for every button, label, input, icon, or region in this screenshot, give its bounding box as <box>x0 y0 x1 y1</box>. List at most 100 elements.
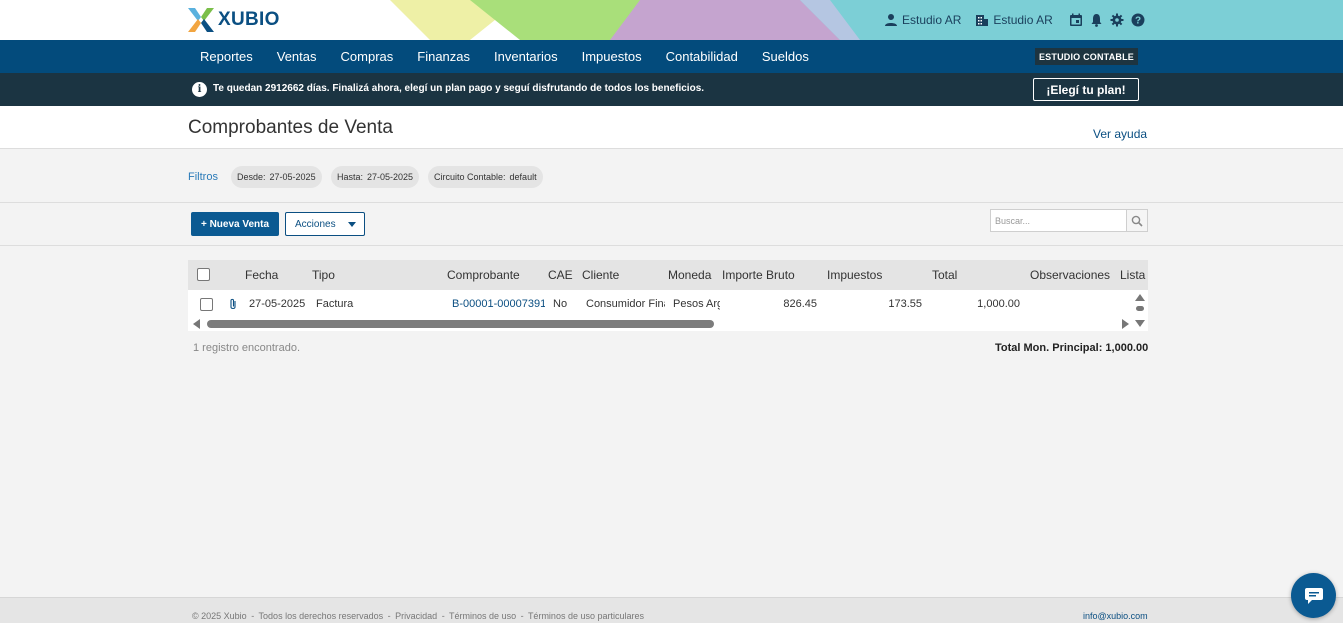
search-box <box>990 209 1148 232</box>
footer-link-terms[interactable]: Términos de uso <box>449 611 516 621</box>
footer-separator: - <box>387 611 391 621</box>
nav-item-sueldos[interactable]: Sueldos <box>762 49 809 64</box>
user-menu[interactable]: Estudio AR <box>884 13 961 27</box>
column-header-tipo[interactable]: Tipo <box>312 268 335 282</box>
list-toolbar: + Nueva Venta Acciones <box>0 204 1343 246</box>
filters-bar: Filtros Desde: 27-05-2025 Hasta: 27-05-2… <box>0 150 1343 203</box>
filter-chip-key: Desde: <box>237 172 266 182</box>
cell-impuestos: 173.55 <box>888 298 922 310</box>
actions-label: Acciones <box>295 218 336 230</box>
top-header: XUBIO Estudio AR Estudio AR ? <box>0 0 1343 40</box>
caret-down-icon <box>348 222 356 227</box>
copyright: © 2025 Xubio <box>192 611 247 621</box>
contact-email-link[interactable]: info@xubio.com <box>1083 611 1148 621</box>
company-label: Estudio AR <box>993 13 1053 27</box>
scroll-left-icon[interactable] <box>192 318 202 330</box>
records-count: 1 registro encontrado. <box>193 342 301 354</box>
column-header-impuestos[interactable]: Impuestos <box>827 268 882 282</box>
footer-link-privacy[interactable]: Privacidad <box>395 611 437 621</box>
cell-importe-bruto: 826.45 <box>783 298 817 310</box>
footer-links: © 2025 Xubio - Todos los derechos reserv… <box>192 611 644 621</box>
cell-tipo: Factura <box>316 298 354 310</box>
brand-name: XUBIO <box>218 9 280 30</box>
main-nav: Reportes Ventas Compras Finanzas Inventa… <box>0 40 1343 73</box>
attachment-icon[interactable] <box>228 298 238 314</box>
xubio-x-icon <box>188 8 214 32</box>
horizontal-scroll-thumb[interactable] <box>207 320 714 328</box>
company-menu[interactable]: Estudio AR <box>975 13 1053 27</box>
actions-dropdown[interactable]: Acciones <box>285 212 365 236</box>
vertical-scrollbar[interactable] <box>1134 293 1146 329</box>
settings-button[interactable] <box>1110 13 1124 27</box>
filter-chip-key: Circuito Contable: <box>434 172 506 182</box>
sales-table: Fecha Tipo Comprobante CAE Cliente Moned… <box>188 260 1148 331</box>
footer: © 2025 Xubio - Todos los derechos reserv… <box>0 597 1343 623</box>
header-actions: Estudio AR Estudio AR ? <box>884 0 1343 40</box>
new-sale-button[interactable]: + Nueva Venta <box>191 212 279 236</box>
paperclip-icon <box>230 298 236 310</box>
scroll-right-icon[interactable] <box>1120 318 1130 330</box>
calendar-icon <box>1069 13 1082 26</box>
footer-separator: - <box>520 611 524 621</box>
chat-button[interactable] <box>1291 573 1336 618</box>
xubio-logo[interactable]: XUBIO <box>188 7 280 33</box>
search-icon <box>1131 215 1143 227</box>
search-button[interactable] <box>1126 210 1147 231</box>
nav-item-ventas[interactable]: Ventas <box>277 49 317 64</box>
footer-link-rights[interactable]: Todos los derechos reservados <box>259 611 384 621</box>
building-icon <box>976 15 989 26</box>
column-header-lista[interactable]: Lista <box>1120 268 1145 282</box>
notifications-button[interactable] <box>1090 13 1103 27</box>
table-row[interactable]: 27-05-2025 Factura B-00001-00007391 No C… <box>188 290 1148 318</box>
estudio-contable-badge[interactable]: ESTUDIO CONTABLE <box>1035 48 1138 65</box>
table-header: Fecha Tipo Comprobante CAE Cliente Moned… <box>188 260 1148 290</box>
filter-chip-desde[interactable]: Desde: 27-05-2025 <box>231 166 322 188</box>
nav-item-inventarios[interactable]: Inventarios <box>494 49 558 64</box>
cell-fecha: 27-05-2025 <box>249 298 306 310</box>
column-header-cae[interactable]: CAE <box>548 268 573 282</box>
help-link[interactable]: Ver ayuda <box>1093 127 1147 141</box>
trial-message: Te quedan 2912662 días. Finalizá ahora, … <box>213 83 705 94</box>
cell-cliente: Consumidor Final <box>586 298 665 310</box>
total-main-currency: Total Mon. Principal: 1,000.00 <box>995 342 1149 354</box>
filter-chip-circuito[interactable]: Circuito Contable: default <box>428 166 543 188</box>
nav-item-finanzas[interactable]: Finanzas <box>417 49 470 64</box>
column-header-importe-bruto[interactable]: Importe Bruto <box>722 268 795 282</box>
calendar-button[interactable] <box>1069 13 1083 27</box>
user-icon <box>885 14 897 26</box>
vertical-scroll-arrows-icon <box>1135 294 1145 327</box>
column-header-fecha[interactable]: Fecha <box>245 268 278 282</box>
user-label: Estudio AR <box>902 13 962 27</box>
select-all-checkbox[interactable] <box>197 268 210 281</box>
choose-plan-button[interactable]: ¡Elegí tu plan! <box>1033 78 1139 101</box>
search-input[interactable] <box>991 210 1126 231</box>
filter-chip-hasta[interactable]: Hasta: 27-05-2025 <box>331 166 420 188</box>
nav-item-compras[interactable]: Compras <box>341 49 394 64</box>
cell-cae: No <box>553 298 568 310</box>
nav-item-reportes[interactable]: Reportes <box>200 49 253 64</box>
column-header-moneda[interactable]: Moneda <box>668 268 711 282</box>
cell-comprobante[interactable]: B-00001-00007391 <box>452 298 545 310</box>
filter-chip-key: Hasta: <box>337 172 364 182</box>
nav-item-impuestos[interactable]: Impuestos <box>582 49 642 64</box>
help-button[interactable]: ? <box>1131 13 1145 27</box>
footer-link-terms-particular[interactable]: Términos de uso particulares <box>528 611 644 621</box>
filter-chip-value: 27-05-2025 <box>269 172 316 182</box>
horizontal-scrollbar[interactable] <box>192 318 1132 330</box>
row-checkbox[interactable] <box>200 298 213 311</box>
svg-text:?: ? <box>1135 16 1141 27</box>
bell-icon <box>1091 14 1102 27</box>
cell-moneda: Pesos Argentinos <box>673 298 720 310</box>
chat-icon <box>1304 587 1323 604</box>
filter-chip-value: 27-05-2025 <box>367 172 414 182</box>
column-header-comprobante[interactable]: Comprobante <box>447 268 520 282</box>
info-icon: i <box>192 82 207 97</box>
column-header-total[interactable]: Total <box>932 268 957 282</box>
footer-separator: - <box>251 611 255 621</box>
column-header-observaciones[interactable]: Observaciones <box>1030 268 1110 282</box>
filters-toggle[interactable]: Filtros <box>188 171 218 183</box>
nav-menu: Reportes Ventas Compras Finanzas Inventa… <box>188 40 833 73</box>
column-header-cliente[interactable]: Cliente <box>582 268 619 282</box>
cell-total: 1,000.00 <box>977 298 1020 310</box>
nav-item-contabilidad[interactable]: Contabilidad <box>666 49 738 64</box>
